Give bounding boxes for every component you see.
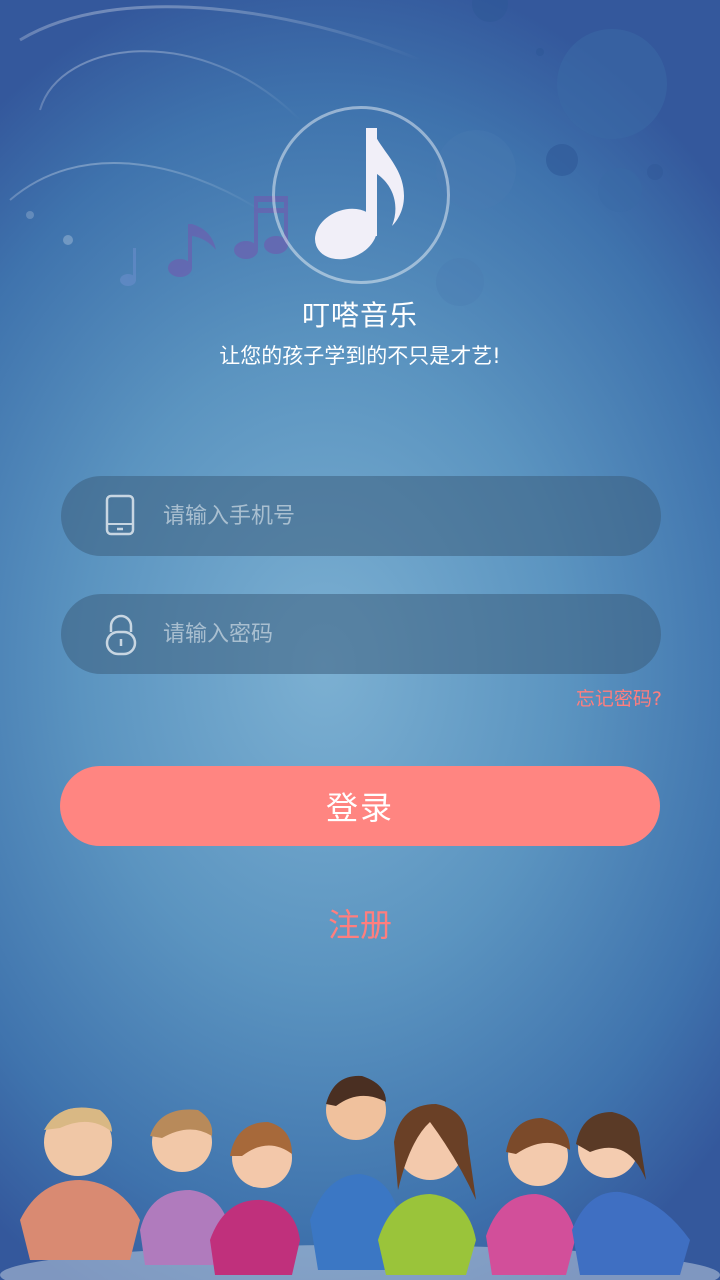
- forgot-password-link[interactable]: 忘记密码?: [520, 684, 662, 711]
- password-input[interactable]: [163, 594, 623, 674]
- phone-field[interactable]: [61, 476, 661, 556]
- password-field[interactable]: [61, 594, 661, 674]
- register-link[interactable]: 注册: [260, 900, 460, 946]
- children-illustration: [0, 1075, 720, 1280]
- app-title: 叮嗒音乐: [301, 299, 418, 332]
- app-slogan: 让您的孩子学到的不只是才艺!: [219, 344, 501, 368]
- lock-icon: [105, 614, 137, 656]
- login-button[interactable]: 登录: [60, 766, 660, 846]
- phone-input[interactable]: [163, 476, 623, 556]
- phone-icon: [105, 494, 135, 536]
- music-note-icon: [314, 128, 404, 260]
